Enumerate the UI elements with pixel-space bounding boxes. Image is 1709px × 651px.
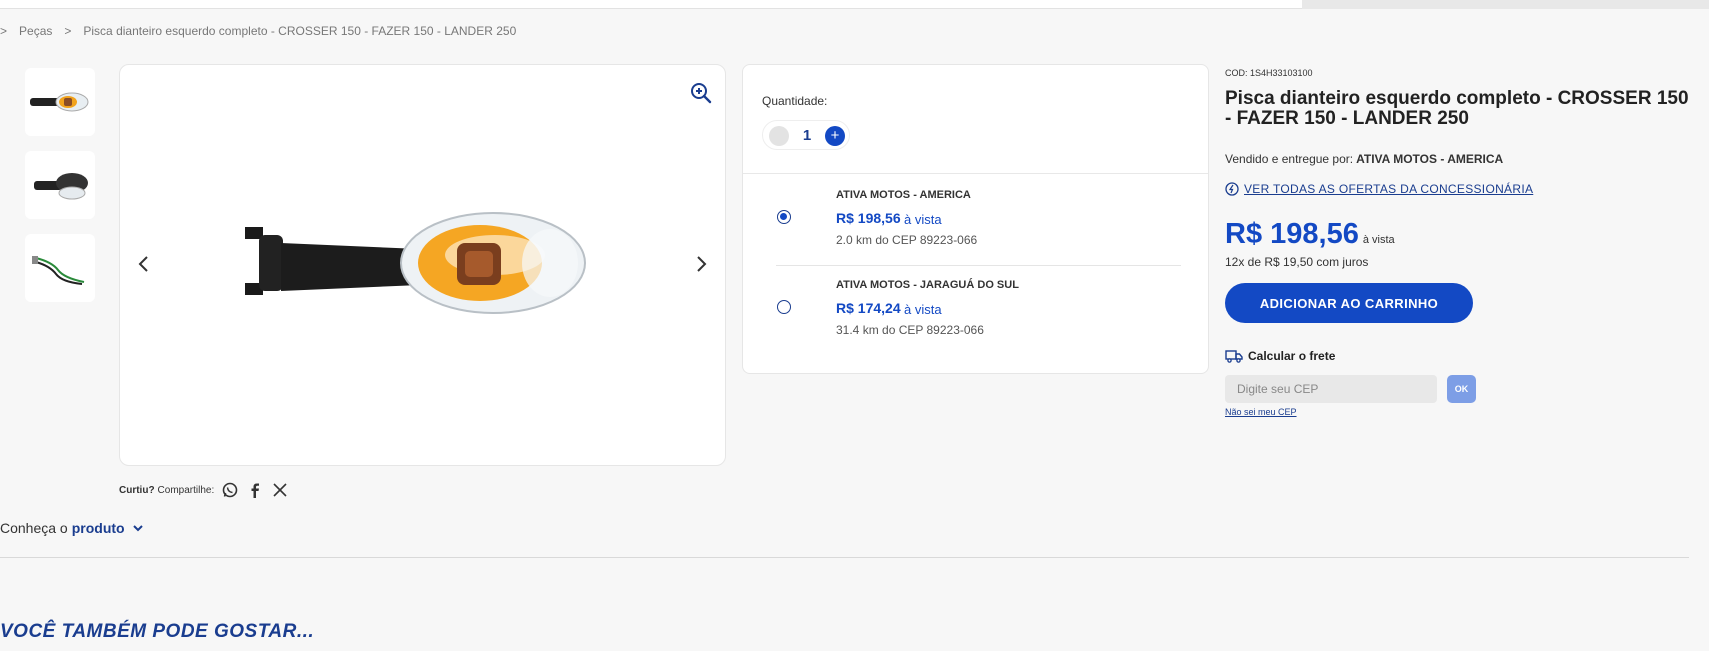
share-bar: Curtiu? Compartilhe:: [119, 481, 289, 499]
add-to-cart-button[interactable]: ADICIONAR AO CARRINHO: [1225, 283, 1473, 323]
quantity-value: 1: [802, 127, 812, 144]
quantity-stepper: 1 +: [762, 120, 850, 150]
freight-text: Calcular o frete: [1248, 349, 1336, 363]
thumbnail-wires[interactable]: [25, 234, 95, 302]
product-gallery: [119, 64, 726, 466]
sold-by-name: ATIVA MOTOS - AMERICA: [1356, 152, 1504, 166]
breadcrumb-separator: >: [64, 24, 72, 38]
cep-input[interactable]: [1225, 375, 1437, 403]
offer-radio[interactable]: [777, 210, 791, 224]
quantity-increase-button[interactable]: +: [825, 126, 845, 146]
offer-option[interactable]: ATIVA MOTOS - JARAGUÁ DO SUL R$ 174,24 à…: [743, 267, 1208, 357]
share-curtiu: Curtiu?: [119, 484, 155, 496]
thumbnail-image: [30, 92, 89, 112]
product-info: COD: 1S4H33103100 Pisca dianteiro esquer…: [1225, 68, 1695, 417]
quantity-decrease-button[interactable]: [769, 126, 789, 146]
cep-ok-button[interactable]: OK: [1447, 375, 1476, 403]
all-offers-text: VER TODAS AS OFERTAS DA CONCESSIONÁRIA: [1244, 182, 1534, 196]
offers-panel: Quantidade: 1 + ATIVA MOTOS - AMERICA R$…: [742, 64, 1209, 374]
whatsapp-icon[interactable]: [221, 481, 239, 499]
section-divider: [0, 557, 1689, 558]
product-title: Pisca dianteiro esquerdo completo - CROS…: [1225, 88, 1689, 129]
offer-distance: 31.4 km do CEP 89223-066: [836, 323, 984, 337]
x-twitter-icon[interactable]: [271, 481, 289, 499]
offer-price: R$ 198,56: [836, 210, 901, 226]
offer-dealer: ATIVA MOTOS - JARAGUÁ DO SUL: [836, 279, 1019, 291]
offers-divider: [743, 173, 1208, 174]
top-bar: [0, 0, 1709, 9]
breadcrumb-current: Pisca dianteiro esquerdo completo - CROS…: [83, 24, 517, 38]
all-offers-link[interactable]: VER TODAS AS OFERTAS DA CONCESSIONÁRIA: [1225, 182, 1695, 196]
product-image: [245, 212, 586, 314]
thumbnail-back[interactable]: [25, 151, 95, 219]
product-code: COD: 1S4H33103100: [1225, 68, 1313, 78]
installments: 12x de R$ 19,50 com juros: [1225, 255, 1369, 269]
thumbnail-image: [34, 173, 88, 200]
breadcrumb: > Peças > Pisca dianteiro esquerdo completo…: [0, 24, 528, 38]
know-product-prefix: Conheça o: [0, 520, 68, 536]
product-price: R$ 198,56 à vista: [1225, 218, 1695, 251]
thumbnail-front[interactable]: [25, 68, 95, 136]
thumbnail-image: [32, 256, 85, 285]
also-like-heading: VOCÊ TAMBÉM PODE GOSTAR...: [0, 621, 315, 642]
top-bar-right: [1302, 0, 1709, 9]
quantity-label: Quantidade:: [762, 94, 828, 108]
seller-line: Vendido e entregue por: ATIVA MOTOS - AME…: [1225, 152, 1695, 166]
offer-divider: [776, 265, 1181, 266]
offer-price: R$ 174,24: [836, 300, 901, 316]
cep-row: OK: [1225, 375, 1695, 403]
no-cep-link[interactable]: Não sei meu CEP: [1225, 407, 1695, 417]
offer-payment: à vista: [904, 302, 942, 317]
offers-badge-icon: [1225, 182, 1239, 196]
chevron-left-icon[interactable]: [134, 251, 154, 277]
freight-label: Calcular o frete: [1225, 349, 1695, 363]
chevron-right-icon[interactable]: [691, 251, 711, 277]
offer-option[interactable]: ATIVA MOTOS - AMERICA R$ 198,56 à vista …: [743, 177, 1208, 267]
offer-radio[interactable]: [777, 300, 791, 314]
know-product-bold: produto: [71, 520, 125, 536]
product-price-value: R$ 198,56: [1225, 218, 1359, 250]
chevron-down-icon: [132, 525, 143, 532]
offer-dealer: ATIVA MOTOS - AMERICA: [836, 189, 971, 201]
zoom-in-icon[interactable]: [689, 81, 713, 105]
offer-payment: à vista: [904, 212, 942, 227]
breadcrumb-parts-link[interactable]: Peças: [19, 24, 52, 38]
sold-by-label: Vendido e entregue por:: [1225, 152, 1354, 166]
truck-icon: [1225, 350, 1243, 363]
know-product-toggle[interactable]: Conheça o produto: [0, 520, 145, 536]
share-label: Compartilhe:: [157, 484, 215, 496]
offer-distance: 2.0 km do CEP 89223-066: [836, 233, 978, 247]
product-price-suffix: à vista: [1362, 234, 1395, 246]
breadcrumb-separator: >: [0, 24, 8, 38]
facebook-icon[interactable]: [246, 481, 264, 499]
